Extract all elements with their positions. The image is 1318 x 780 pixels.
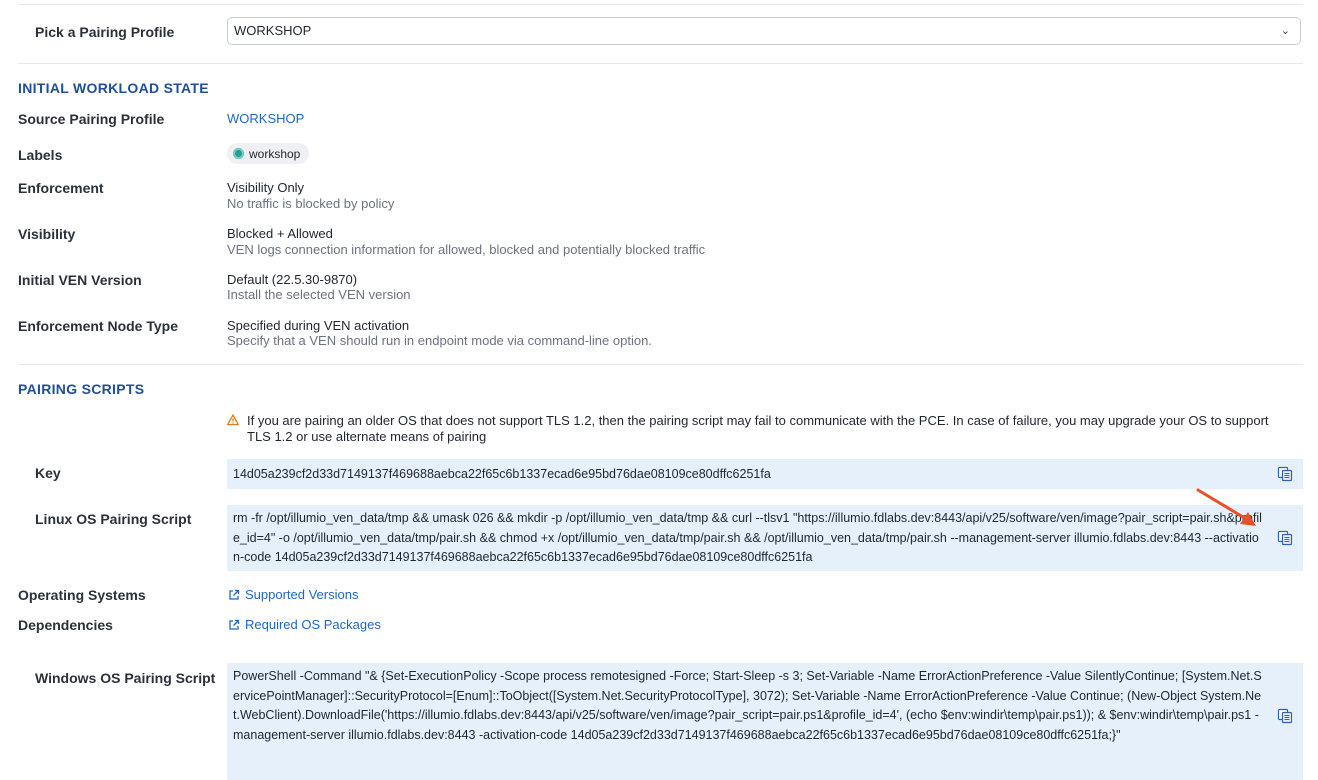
top-divider <box>18 4 1303 5</box>
tls-warning-line2: TLS 1.2 or use alternate means of pairin… <box>247 429 487 444</box>
required-packages-link[interactable]: Required OS Packages <box>245 617 381 632</box>
source-profile-label: Source Pairing Profile <box>18 111 165 127</box>
node-type-value: Specified during VEN activation <box>227 318 410 333</box>
linux-script-box: rm -fr /opt/illumio_ven_data/tmp && umas… <box>227 505 1303 571</box>
copy-icon[interactable] <box>1277 708 1293 724</box>
warning-icon <box>227 414 239 426</box>
linux-script-label: Linux OS Pairing Script <box>35 511 192 527</box>
enforcement-value: Visibility Only <box>227 180 305 195</box>
key-label: Key <box>35 465 61 481</box>
linux-script-text: rm -fr /opt/illumio_ven_data/tmp && umas… <box>233 511 1262 564</box>
enforcement-label: Enforcement <box>18 180 104 196</box>
visibility-label: Visibility <box>18 226 76 242</box>
ven-version-value: Default (22.5.30-9870) <box>227 272 358 287</box>
visibility-description: VEN logs connection information for allo… <box>227 242 706 257</box>
dependencies-label: Dependencies <box>18 617 113 633</box>
external-link-icon <box>229 589 240 600</box>
annotation-arrow-icon <box>1196 488 1256 526</box>
supported-versions-link[interactable]: Supported Versions <box>245 587 358 602</box>
enforcement-description: No traffic is blocked by policy <box>227 196 395 211</box>
tls-warning-line1: If you are pairing an older OS that does… <box>247 413 1269 428</box>
key-value: 14d05a239cf2d33d7149137f469688aebca22f65… <box>233 467 771 481</box>
copy-icon[interactable] <box>1277 466 1293 482</box>
windows-script-text: PowerShell -Command "& {Set-ExecutionPol… <box>233 669 1262 742</box>
section-divider <box>18 63 1303 64</box>
operating-systems-label: Operating Systems <box>18 587 146 603</box>
pairing-profile-selected: WORKSHOP <box>234 23 312 38</box>
source-profile-link[interactable]: WORKSHOP <box>227 111 304 126</box>
ven-version-label: Initial VEN Version <box>18 272 142 288</box>
label-chip-workshop: workshop <box>227 143 310 164</box>
pairing-profile-select[interactable]: WORKSHOP ⌄ <box>227 17 1301 45</box>
initial-state-title: INITIAL WORKLOAD STATE <box>18 80 209 96</box>
copy-icon[interactable] <box>1277 530 1293 546</box>
node-type-description: Specify that a VEN should run in endpoin… <box>227 333 652 348</box>
pairing-profile-label: Pick a Pairing Profile <box>35 24 175 40</box>
ven-version-description: Install the selected VEN version <box>227 287 411 302</box>
external-link-icon <box>229 619 240 630</box>
chevron-down-icon: ⌄ <box>1280 25 1290 37</box>
tls-warning: If you are pairing an older OS that does… <box>247 413 1297 445</box>
windows-script-box: PowerShell -Command "& {Set-ExecutionPol… <box>227 663 1303 780</box>
environment-label-icon <box>233 148 244 159</box>
label-chip-text: workshop <box>249 146 301 161</box>
visibility-value: Blocked + Allowed <box>227 226 333 241</box>
labels-label: Labels <box>18 147 63 163</box>
node-type-label: Enforcement Node Type <box>18 318 178 334</box>
section-divider <box>18 364 1303 365</box>
pairing-scripts-title: PAIRING SCRIPTS <box>18 381 145 397</box>
key-box: 14d05a239cf2d33d7149137f469688aebca22f65… <box>227 459 1303 489</box>
windows-script-label: Windows OS Pairing Script <box>35 670 216 686</box>
